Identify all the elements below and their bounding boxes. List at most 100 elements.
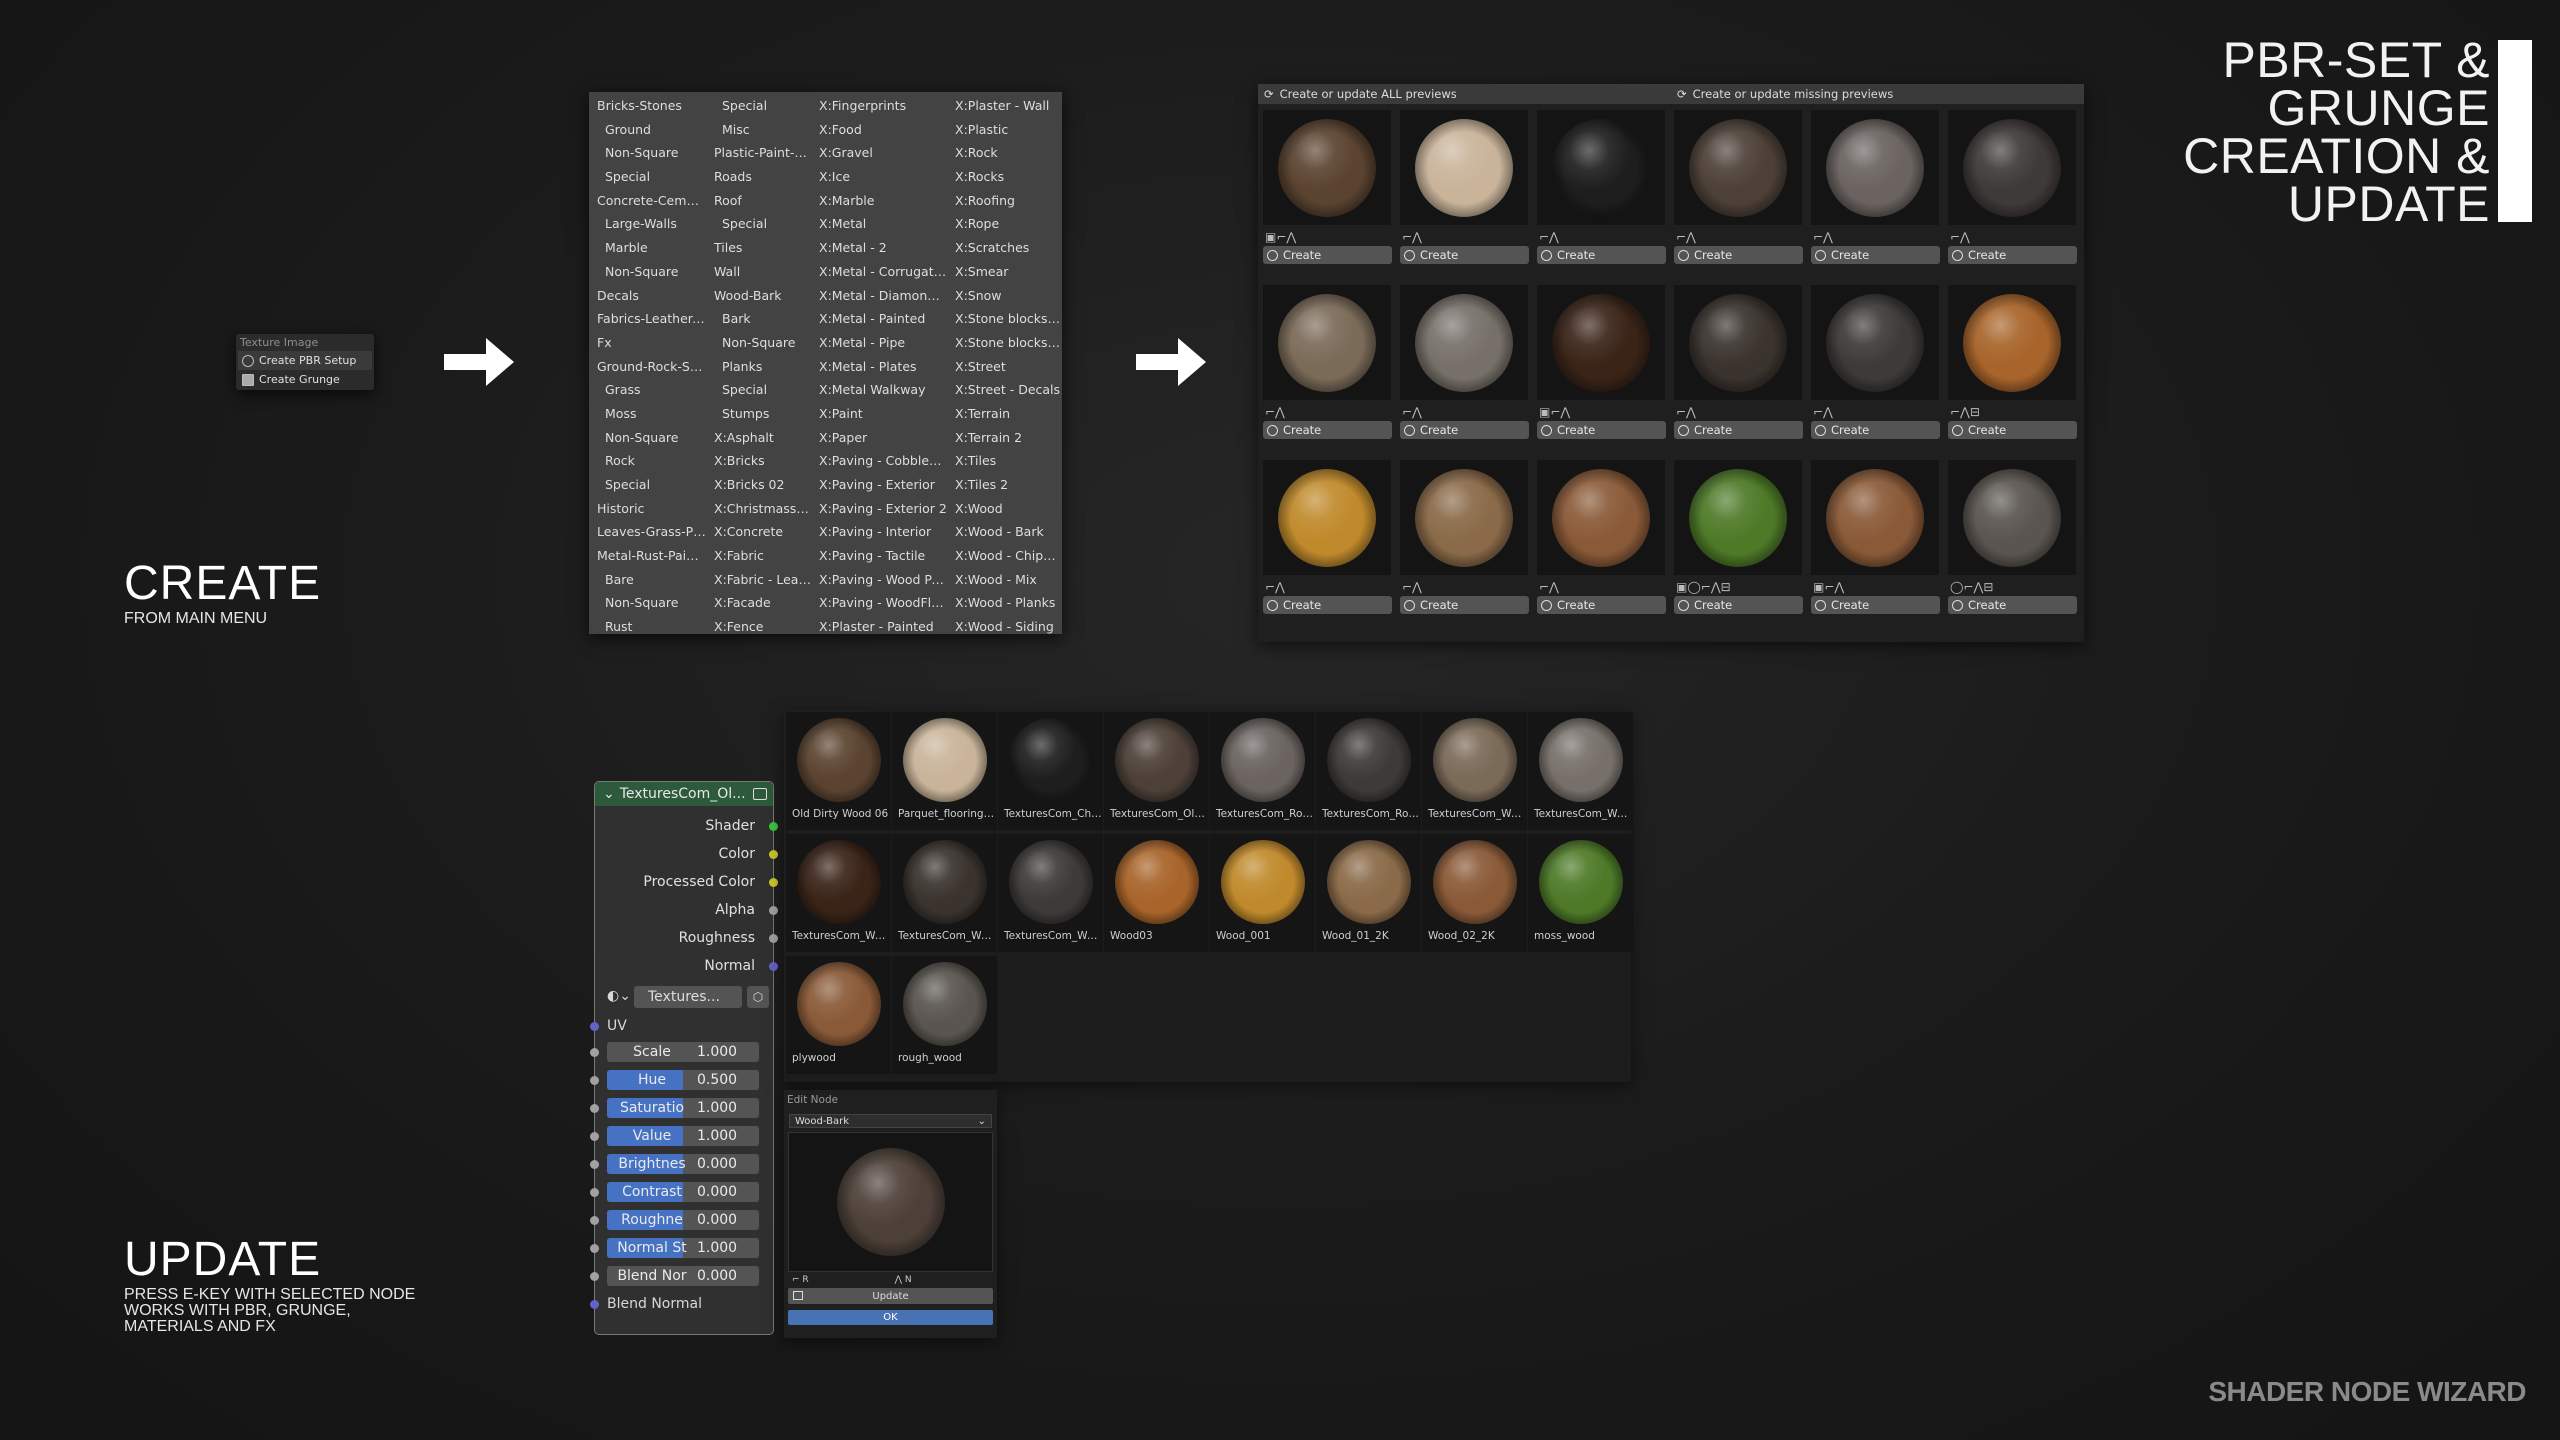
library-category-item[interactable]: X:Metal - Plates [811,355,947,379]
library-category-item[interactable]: Stumps [706,402,811,426]
value-slider[interactable]: Scale 1.000 [607,1042,759,1062]
preview-thumbnail[interactable] [1263,460,1391,575]
library-category-item[interactable]: X:Snow [947,284,1062,308]
input-socket[interactable] [590,1103,599,1113]
library-category-item[interactable]: X:Metal - 2 [811,236,947,260]
node-header[interactable]: ⌄ TexturesCom_Ol... [595,782,773,806]
value-slider[interactable]: Value 1.000 [607,1126,759,1146]
preview-thumbnail[interactable] [1263,285,1391,400]
library-category-item[interactable]: X:Wood - Chipbo... [947,544,1062,568]
create-button[interactable]: Create [1674,246,1803,264]
library-category-item[interactable]: Planks [706,355,811,379]
library-category-item[interactable]: Non-Square [706,331,811,355]
preview-thumbnail[interactable] [1674,285,1802,400]
output-socket[interactable] [769,961,778,971]
library-category-item[interactable]: X:Wood - Siding [947,615,1062,639]
texture-thumbnail[interactable]: TexturesCom_Cha... [998,712,1103,830]
preview-thumbnail[interactable] [1263,110,1391,225]
library-category-item[interactable]: Non-Square [589,260,706,284]
library-category-item[interactable]: Special [706,212,811,236]
create-button[interactable]: Create [1948,246,2077,264]
node-input[interactable]: Normal St 1.000 [590,1234,773,1262]
texture-thumbnail[interactable]: Wood_001 [1210,834,1315,952]
library-category-item[interactable]: X:Rope [947,212,1062,236]
library-category-item[interactable]: X:Facade [706,591,811,615]
texture-thumbnail[interactable]: Old Dirty Wood 06 [786,712,891,830]
library-category-item[interactable]: X:Metal [811,212,947,236]
sphere-icon[interactable]: ◐⌄ [607,988,631,1006]
value-slider[interactable]: Contrast 0.000 [607,1182,759,1202]
library-category-item[interactable]: X:Terrain [947,402,1062,426]
preview-thumbnail[interactable] [1811,110,1939,225]
library-category-item[interactable]: X:Plastic [947,118,1062,142]
library-category-item[interactable]: X:Fence [706,615,811,639]
library-category-item[interactable]: X:Stone blocks - ... [947,331,1062,355]
library-category-item[interactable]: X:Christmass ... [706,497,811,521]
library-category-item[interactable]: Plastic-Paint-R... [706,141,811,165]
node-input-blend-normal[interactable]: Blend Normal [590,1290,773,1318]
library-category-item[interactable]: X:Paving - Interior [811,520,947,544]
value-slider[interactable]: Blend Nor 0.000 [607,1266,759,1286]
material-preview[interactable] [788,1132,993,1272]
node-input[interactable]: Scale 1.000 [590,1038,773,1066]
node-output[interactable]: Normal [595,952,778,980]
library-category-item[interactable]: X:Gravel [811,141,947,165]
node-group-dropdown[interactable]: Textures... [634,986,742,1008]
category-dropdown[interactable]: Wood-Bark ⌄ [789,1114,992,1128]
library-category-item[interactable]: Bare [589,568,706,592]
preview-thumbnail[interactable] [1948,285,2076,400]
value-slider[interactable]: Saturatio 1.000 [607,1098,759,1118]
library-category-item[interactable]: Metal-Rust-Paint... [589,544,706,568]
library-category-item[interactable]: Fabrics-Leather-... [589,307,706,331]
library-category-item[interactable]: Concrete-Cemen... [589,189,706,213]
texture-thumbnail[interactable]: Parquet_flooring_0... [892,712,997,830]
create-button[interactable]: Create [1674,596,1803,614]
preview-thumbnail[interactable] [1811,285,1939,400]
library-category-item[interactable]: X:Wood [947,497,1062,521]
update-button[interactable]: Update [788,1288,993,1304]
update-all-previews-button[interactable]: ⟳ Create or update ALL previews [1258,87,1671,101]
library-category-item[interactable]: X:Smear [947,260,1062,284]
library-category-item[interactable]: X:Concrete [706,520,811,544]
value-slider[interactable]: Hue 0.500 [607,1070,759,1090]
library-category-item[interactable]: X:Rocks [947,165,1062,189]
output-socket[interactable] [769,877,778,887]
library-category-item[interactable]: X:Paving - WoodFloor [811,591,947,615]
input-socket[interactable] [590,1159,599,1169]
input-socket[interactable] [590,1187,599,1197]
library-category-item[interactable]: X:Wood - Planks [947,591,1062,615]
preview-thumbnail[interactable] [1674,110,1802,225]
node-output[interactable]: Processed Color [595,868,778,896]
texture-node[interactable]: ⌄ TexturesCom_Ol... Shader Color Process… [590,781,778,1335]
library-category-item[interactable]: X:Paving - Wood Par... [811,568,947,592]
input-socket[interactable] [590,1271,599,1281]
library-category-item[interactable]: Moss [589,402,706,426]
library-category-item[interactable]: X:Metal - Pipe [811,331,947,355]
library-category-item[interactable]: X:Fabric - Leat... [706,568,811,592]
texture-thumbnail[interactable]: TexturesCom_Old... [1104,712,1209,830]
texture-thumbnail[interactable]: TexturesCom_Woo... [786,834,891,952]
texture-thumbnail[interactable]: moss_wood [1528,834,1633,952]
library-category-item[interactable]: X:Wood - Mix [947,568,1062,592]
output-socket[interactable] [769,905,778,915]
create-pbr-setup-item[interactable]: Create PBR Setup [238,351,372,370]
library-category-item[interactable]: X:Metal - Diamond ... [811,284,947,308]
value-slider[interactable]: Roughne 0.000 [607,1210,759,1230]
create-button[interactable]: Create [1263,421,1392,439]
node-output[interactable]: Roughness [595,924,778,952]
library-category-item[interactable]: X:Plaster - Painted [811,615,947,639]
library-category-item[interactable]: X:Tiles [947,449,1062,473]
library-category-item[interactable]: X:Marble [811,189,947,213]
texture-thumbnail[interactable]: rough_wood [892,956,997,1074]
output-socket[interactable] [769,821,778,831]
library-category-item[interactable]: X:Roofing [947,189,1062,213]
node-input[interactable]: Blend Nor 0.000 [590,1262,773,1290]
library-category-item[interactable]: X:Paving - Exterior 2 [811,497,947,521]
texture-thumbnail[interactable]: TexturesCom_Woo... [892,834,997,952]
library-category-item[interactable]: X:Terrain 2 [947,426,1062,450]
node-output[interactable]: Color [595,840,778,868]
library-category-item[interactable]: Marble [589,236,706,260]
library-category-item[interactable]: X:Paper [811,426,947,450]
library-category-item[interactable]: Ground [589,118,706,142]
library-category-item[interactable]: X:Street [947,355,1062,379]
